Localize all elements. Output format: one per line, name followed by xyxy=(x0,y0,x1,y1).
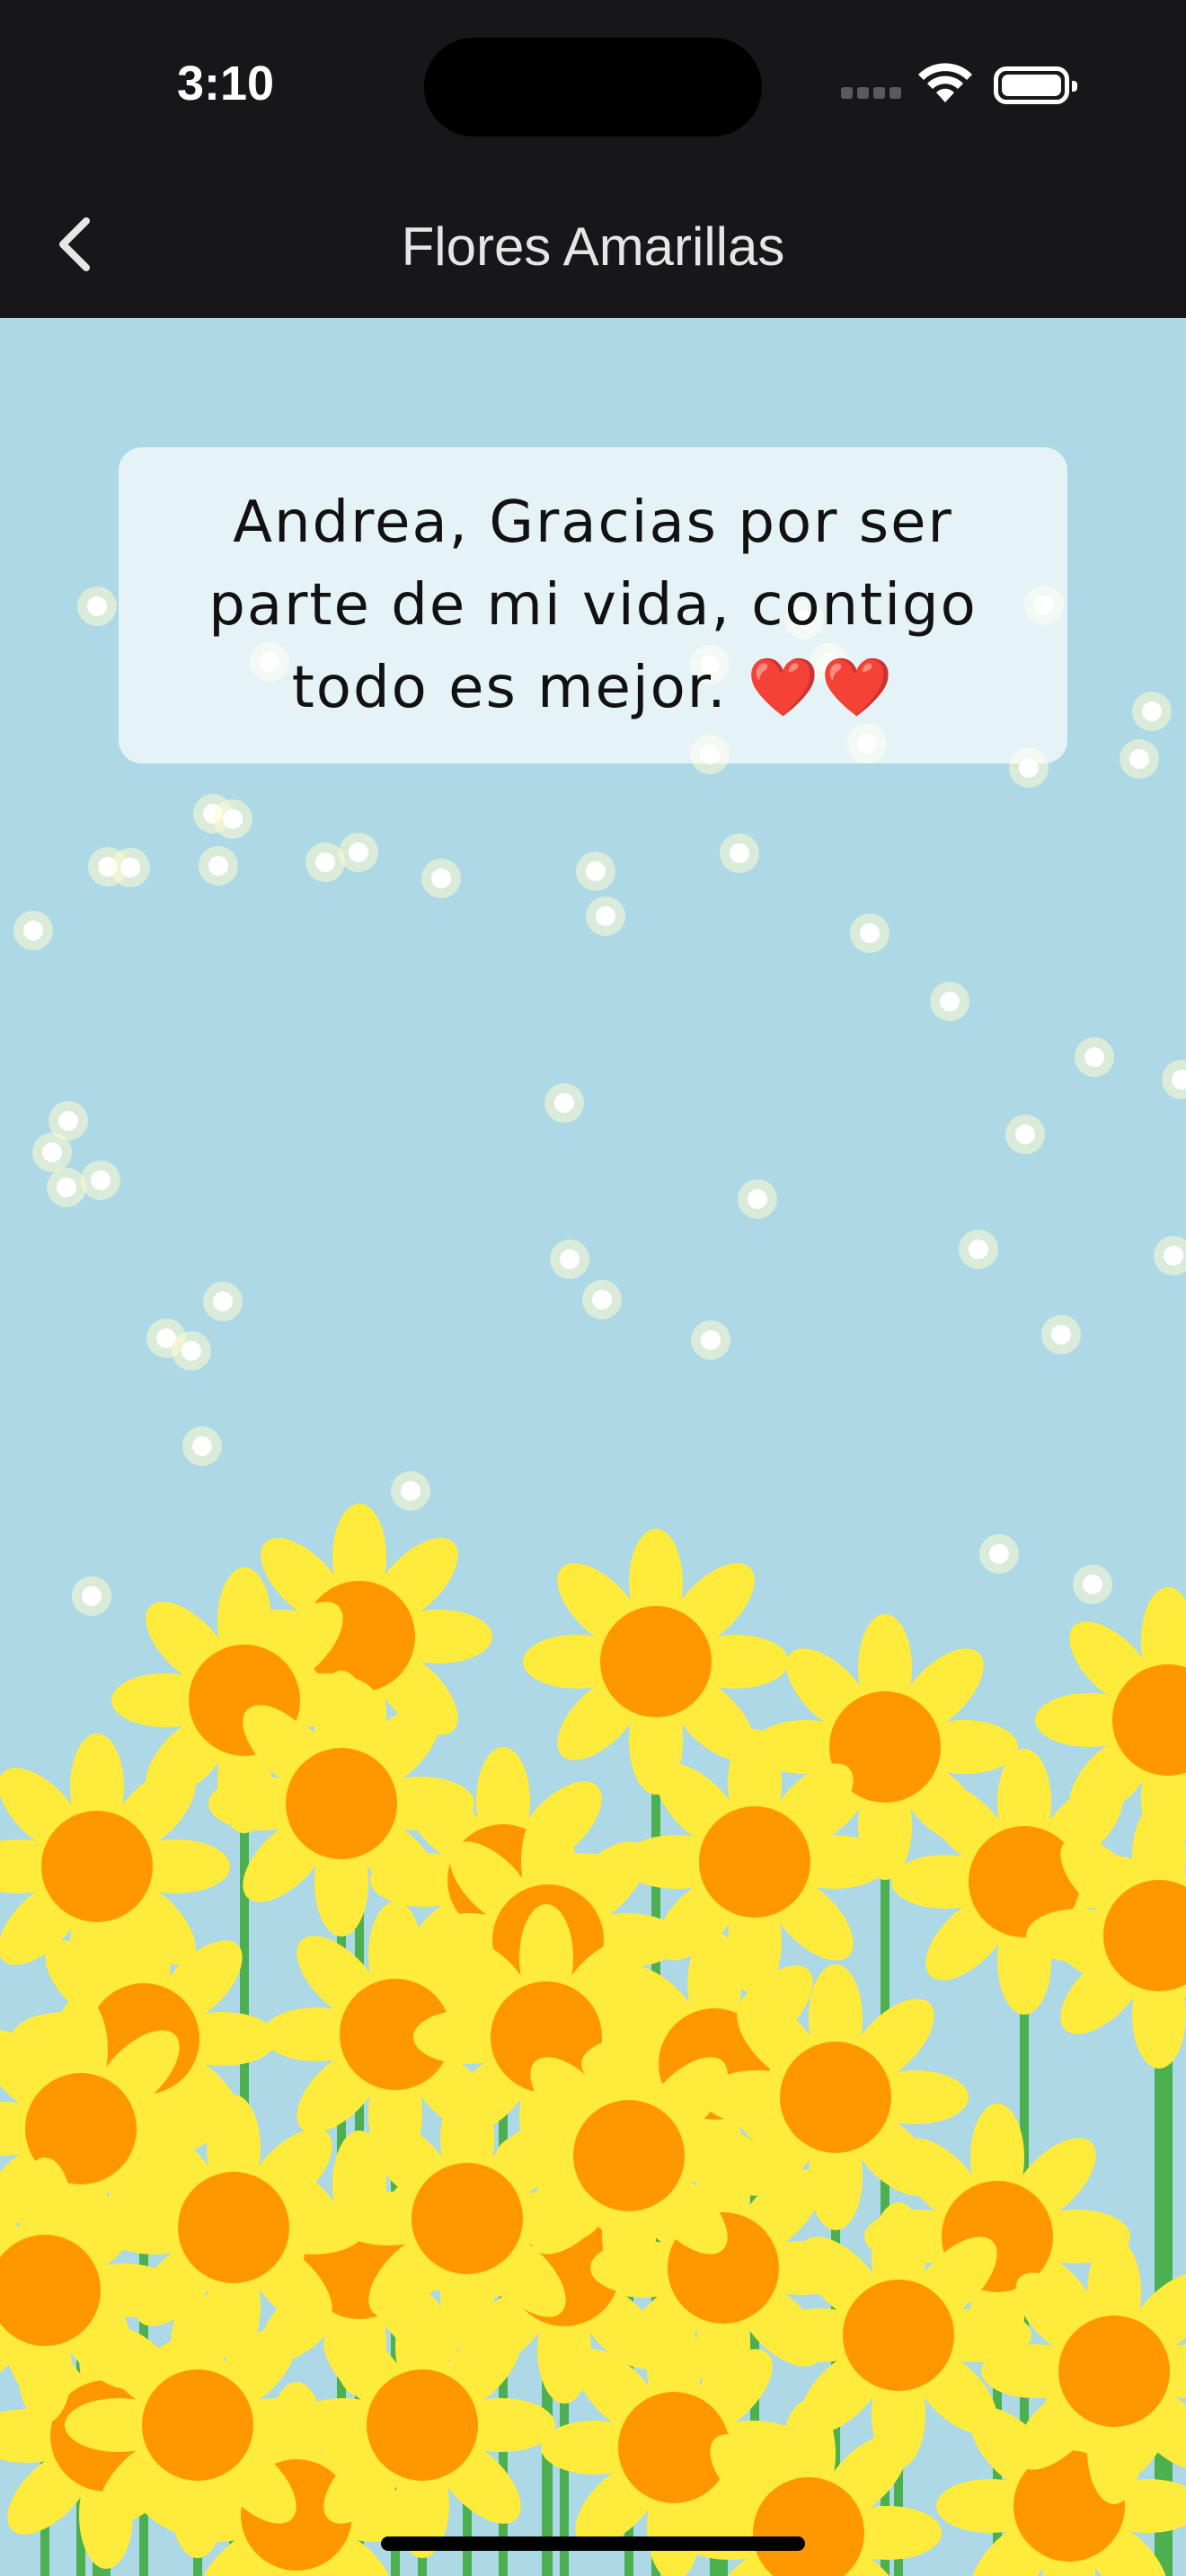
flower xyxy=(496,2023,762,2289)
firefly xyxy=(1051,1325,1071,1345)
firefly xyxy=(57,1178,76,1197)
flower-center xyxy=(41,1811,153,1922)
firefly xyxy=(401,1481,420,1501)
firefly xyxy=(1164,1246,1183,1266)
flowers xyxy=(0,1504,1186,2576)
firefly xyxy=(592,1290,612,1310)
page-title: Flores Amarillas xyxy=(401,216,785,277)
firefly xyxy=(223,809,243,829)
firefly xyxy=(586,861,606,881)
firefly xyxy=(431,869,451,888)
firefly xyxy=(120,858,140,878)
battery-icon xyxy=(994,66,1077,104)
flower-center xyxy=(843,2280,954,2391)
firefly xyxy=(969,1239,988,1259)
dynamic-island xyxy=(424,38,762,137)
firefly xyxy=(554,1093,574,1113)
home-indicator xyxy=(381,2536,805,2551)
flower xyxy=(101,2095,367,2360)
firefly xyxy=(82,1586,102,1606)
flower-center xyxy=(178,2172,289,2283)
flower-center xyxy=(600,1606,712,1717)
firefly xyxy=(730,843,749,863)
flower-center xyxy=(1058,2316,1170,2427)
flower-center xyxy=(573,2100,685,2211)
firefly xyxy=(1084,1047,1104,1067)
wifi-icon xyxy=(918,63,972,102)
cellular-signal-icon xyxy=(841,87,906,103)
firefly xyxy=(192,1436,212,1456)
flower xyxy=(289,2292,555,2558)
firefly xyxy=(42,1142,62,1162)
firefly xyxy=(748,1189,767,1209)
firefly xyxy=(560,1249,580,1269)
flower-center xyxy=(286,1748,397,1859)
firefly xyxy=(860,923,880,943)
firefly xyxy=(208,856,228,876)
firefly xyxy=(989,1544,1009,1564)
status-time: 3:10 xyxy=(177,57,275,110)
firefly xyxy=(315,852,335,872)
firefly xyxy=(213,1292,233,1311)
flower-center xyxy=(412,2163,523,2274)
firefly xyxy=(701,1330,721,1350)
firefly xyxy=(181,1341,201,1361)
firefly xyxy=(1015,1125,1035,1144)
firefly xyxy=(1083,1575,1102,1594)
flower xyxy=(766,2202,1031,2468)
navigation-bar: Flores Amarillas xyxy=(0,171,1186,318)
firefly xyxy=(940,992,960,1011)
flower-center xyxy=(367,2369,478,2481)
firefly xyxy=(91,1170,111,1190)
firefly xyxy=(1142,701,1162,721)
firefly xyxy=(23,921,43,940)
flower-center xyxy=(142,2369,253,2481)
message-card: Andrea, Gracias por ser parte de mi vida… xyxy=(119,447,1067,763)
firefly xyxy=(1129,749,1149,769)
message-text: Andrea, Gracias por ser parte de mi vida… xyxy=(208,490,978,721)
flower-center xyxy=(699,1806,810,1918)
firefly xyxy=(58,1111,78,1131)
firefly xyxy=(349,842,368,862)
firefly xyxy=(87,596,107,616)
flower-center xyxy=(780,2042,891,2153)
status-bar: 3:10 xyxy=(0,0,1186,171)
firefly xyxy=(596,906,615,926)
